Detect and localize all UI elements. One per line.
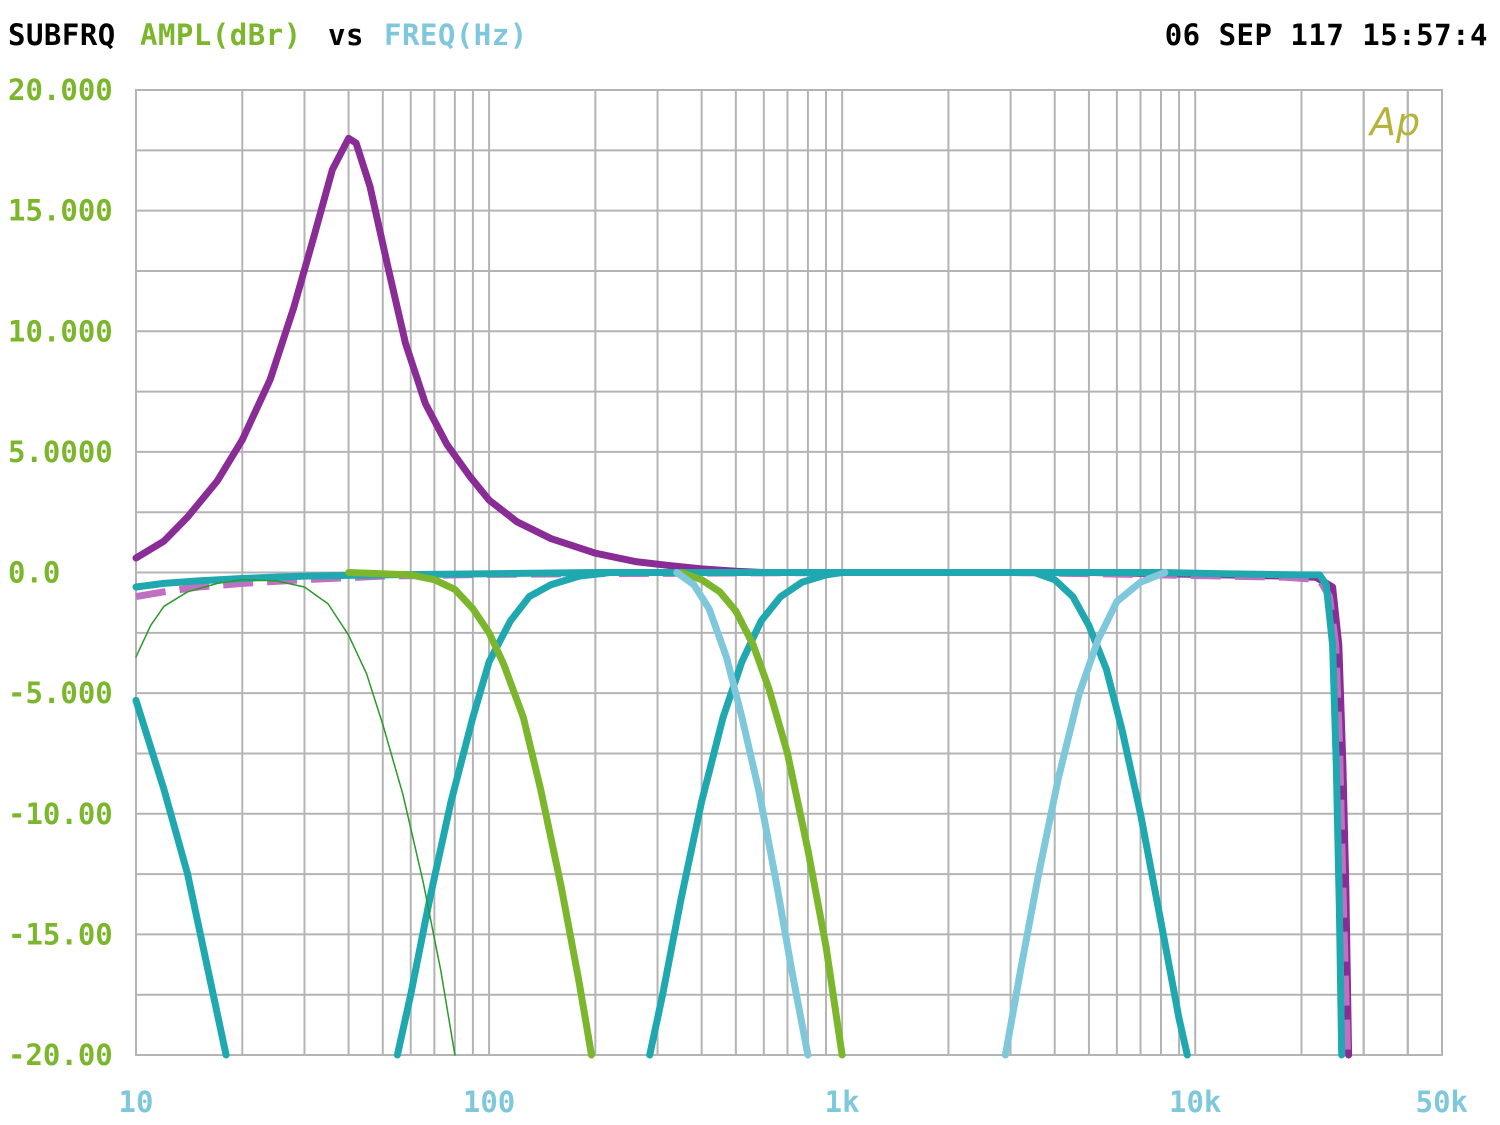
y-tick-label: 5.0000 [8,435,113,469]
y-tick-label: 0.0 [8,556,60,590]
y-tick-label: -20.00 [8,1038,113,1072]
y-tick-label: -5.000 [8,676,113,710]
ap-watermark: Ap [1367,100,1420,144]
y-tick-label: 15.000 [8,194,113,228]
x-axis: 10 100 1k 10k 50k [119,1085,1468,1119]
series-group [132,134,1353,1059]
y-tick-label: 20.000 [8,73,113,107]
y-axis: 20.000 15.000 10.000 5.0000 0.0 -5.000 -10.00 -… [8,73,113,1072]
y-tick-label: -15.00 [8,917,113,951]
series-line [135,578,456,1056]
x-tick-label: 1k [825,1085,860,1119]
x-tick-label: 10 [119,1085,154,1119]
y-tick-label: -10.00 [8,797,113,831]
x-tick-label: 50k [1416,1085,1468,1119]
y-tick-label: 10.000 [8,314,113,348]
x-tick-label: 10k [1169,1085,1221,1119]
x-tick-label: 100 [463,1085,515,1119]
frequency-response-chart: 20.000 15.000 10.000 5.0000 0.0 -5.000 -10.00 -… [8,73,1468,1119]
